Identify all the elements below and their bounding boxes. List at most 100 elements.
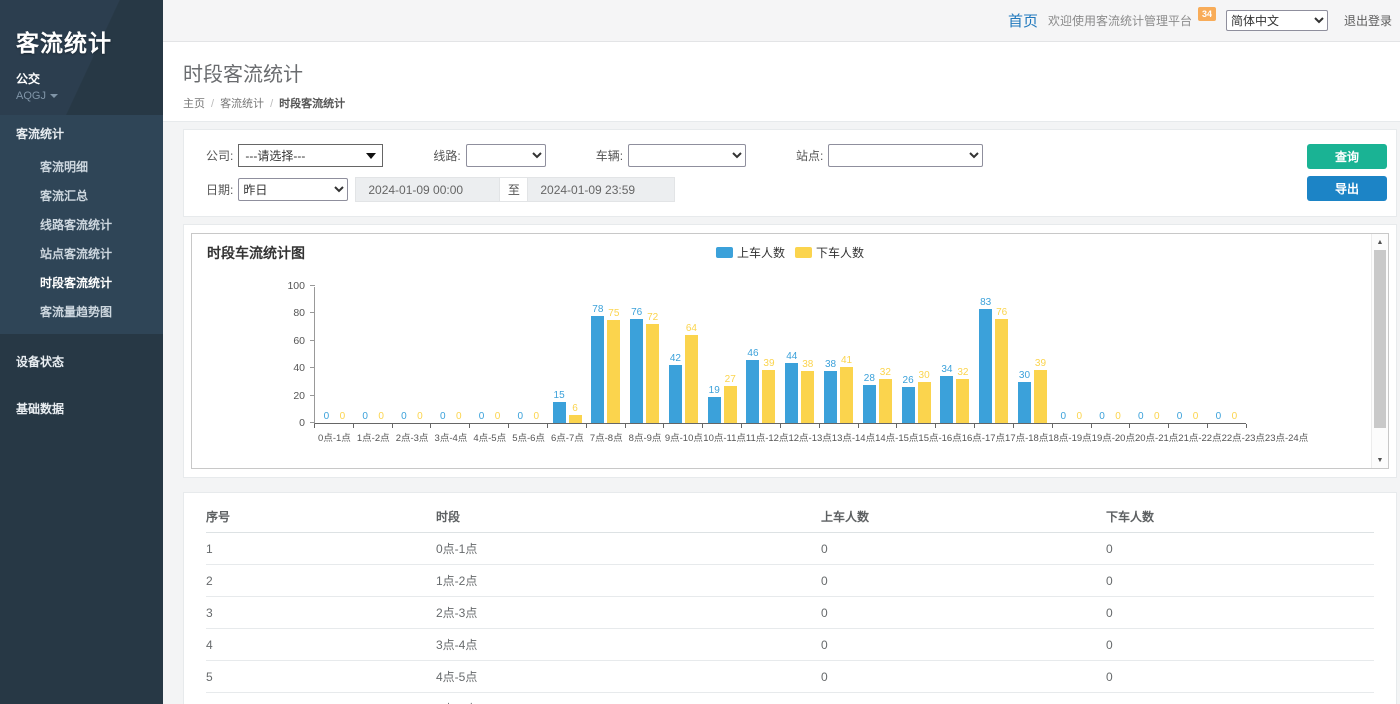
sidebar-subitem[interactable]: 站点客流统计 — [0, 239, 163, 268]
x-tick — [820, 424, 859, 428]
date-to-input[interactable] — [527, 177, 675, 202]
bar-value-label: 0 — [1193, 411, 1199, 422]
legend-item[interactable]: 下车人数 — [795, 244, 864, 261]
bar-value-label: 0 — [534, 411, 540, 422]
bar-value-label: 75 — [608, 308, 619, 319]
x-axis-label-text: 1点-2点 — [357, 430, 390, 444]
sidebar-subitem[interactable]: 客流量趋势图 — [0, 297, 163, 326]
sidebar-section-expanded: 客流统计客流明细客流汇总线路客流统计站点客流统计时段客流统计客流量趋势图 — [0, 115, 163, 334]
table-cell: 0 — [1106, 693, 1374, 704]
bar — [553, 402, 566, 423]
scrollbar-down-icon[interactable]: ▼ — [1372, 453, 1388, 467]
dropdown-arrow-icon — [366, 153, 376, 159]
bar-value-label: 0 — [1177, 411, 1183, 422]
sidebar-subitem[interactable]: 客流明细 — [0, 152, 163, 181]
bar-wrap: 0 — [1189, 411, 1202, 423]
bar-value-label: 32 — [957, 367, 968, 378]
table-cell: 0 — [821, 693, 1106, 704]
bar-value-label: 0 — [1115, 411, 1121, 422]
table-cell: 0 — [1106, 629, 1374, 661]
bar — [1034, 370, 1047, 423]
date-preset-select[interactable]: 昨日 — [238, 178, 348, 201]
x-axis-label: 20点-21点 — [1135, 430, 1178, 444]
scrollbar-up-icon[interactable]: ▲ — [1372, 235, 1388, 249]
bar-value-label: 42 — [670, 353, 681, 364]
table-cell: 1 — [206, 533, 436, 565]
bar-value-label: 76 — [996, 307, 1007, 318]
sidebar-subitem[interactable]: 时段客流统计 — [0, 268, 163, 297]
language-select[interactable]: 简体中文 — [1226, 10, 1328, 31]
bar-wrap: 0 — [359, 411, 372, 423]
bar — [630, 319, 643, 423]
bar-wrap: 27 — [724, 374, 737, 423]
x-tick — [431, 424, 470, 428]
org-code-dropdown[interactable]: AQGJ — [16, 90, 147, 102]
bar — [569, 415, 582, 423]
bar — [591, 316, 604, 423]
x-axis-labels: 0点-1点1点-2点2点-3点3点-4点4点-5点5点-6点6点-7点7点-8点… — [315, 430, 1247, 444]
x-tick — [936, 424, 975, 428]
page-title: 时段客流统计 — [183, 58, 1380, 87]
bar-group: 00 — [1052, 287, 1091, 423]
x-axis-label-text: 0点-1点 — [318, 430, 351, 444]
sidebar-subitem[interactable]: 客流汇总 — [0, 181, 163, 210]
bar-group: 00 — [315, 287, 354, 423]
bar-value-label: 39 — [1035, 358, 1046, 369]
bar-value-label: 39 — [763, 358, 774, 369]
chart-scrollbar[interactable]: ▲ ▼ — [1371, 234, 1388, 468]
bar-wrap: 44 — [785, 351, 798, 423]
export-button[interactable]: 导出 — [1307, 176, 1387, 201]
hourly-stats-table: 序号时段上车人数下车人数 10点-1点0021点-2点0032点-3点0043点… — [206, 501, 1374, 704]
x-axis-label-text: 7点-8点 — [590, 430, 623, 444]
bar — [940, 376, 953, 423]
home-link[interactable]: 首页 — [1008, 10, 1038, 31]
date-from-input[interactable] — [355, 177, 500, 202]
y-tick — [310, 340, 315, 341]
bar-value-label: 0 — [456, 411, 462, 422]
bar-wrap: 39 — [1034, 358, 1047, 423]
table-cell: 0 — [821, 533, 1106, 565]
breadcrumb-item[interactable]: 客流统计 — [220, 98, 264, 110]
y-axis-label: 20 — [271, 390, 305, 402]
y-axis-label: 80 — [271, 307, 305, 319]
x-axis-label-text: 8点-9点 — [629, 430, 662, 444]
sidebar-parent-item[interactable]: 基础数据 — [0, 389, 163, 428]
breadcrumb-item[interactable]: 主页 — [183, 98, 205, 110]
y-axis-label: 0 — [271, 417, 305, 429]
bar-group: 34 32 — [936, 287, 975, 423]
query-button[interactable]: 查询 — [1307, 144, 1387, 169]
station-select[interactable] — [828, 144, 983, 167]
x-axis-label: 19点-20点 — [1092, 430, 1135, 444]
bar-wrap: 76 — [630, 307, 643, 423]
legend-item[interactable]: 上车人数 — [716, 244, 785, 261]
table-cell: 0 — [1106, 533, 1374, 565]
logout-link[interactable]: 退出登录 — [1344, 12, 1392, 29]
scrollbar-thumb[interactable] — [1374, 250, 1386, 428]
breadcrumb-separator: / — [211, 98, 214, 110]
date-label: 日期: — [206, 181, 233, 198]
bar-value-label: 0 — [1232, 411, 1238, 422]
bar-value-label: 6 — [572, 403, 578, 414]
content: 公司: ---请选择--- 线路: 车辆: 站点: — [163, 122, 1400, 704]
sidebar-subitem[interactable]: 线路客流统计 — [0, 210, 163, 239]
bar-wrap: 0 — [1112, 411, 1125, 423]
x-tick — [470, 424, 509, 428]
company-select[interactable]: ---请选择--- — [238, 144, 383, 167]
bar — [607, 320, 620, 423]
vehicle-select[interactable] — [628, 144, 746, 167]
sidebar-parent-item[interactable]: 客流统计 — [0, 115, 163, 152]
x-axis-label: 7点-8点 — [587, 430, 626, 444]
y-tick — [310, 367, 315, 368]
line-select[interactable] — [466, 144, 546, 167]
y-axis-label: 100 — [271, 280, 305, 292]
page-heading: 时段客流统计 主页/客流统计/时段客流统计 — [163, 42, 1400, 122]
bar-value-label: 34 — [941, 364, 952, 375]
bar-wrap: 0 — [1134, 411, 1147, 423]
table-row: 32点-3点00 — [206, 597, 1374, 629]
sidebar-parent-item[interactable]: 设备状态 — [0, 342, 163, 381]
x-axis-label: 3点-4点 — [431, 430, 470, 444]
x-tick — [626, 424, 665, 428]
bar-value-label: 44 — [786, 351, 797, 362]
x-tick — [703, 424, 742, 428]
bar-group: 00 — [1168, 287, 1207, 423]
